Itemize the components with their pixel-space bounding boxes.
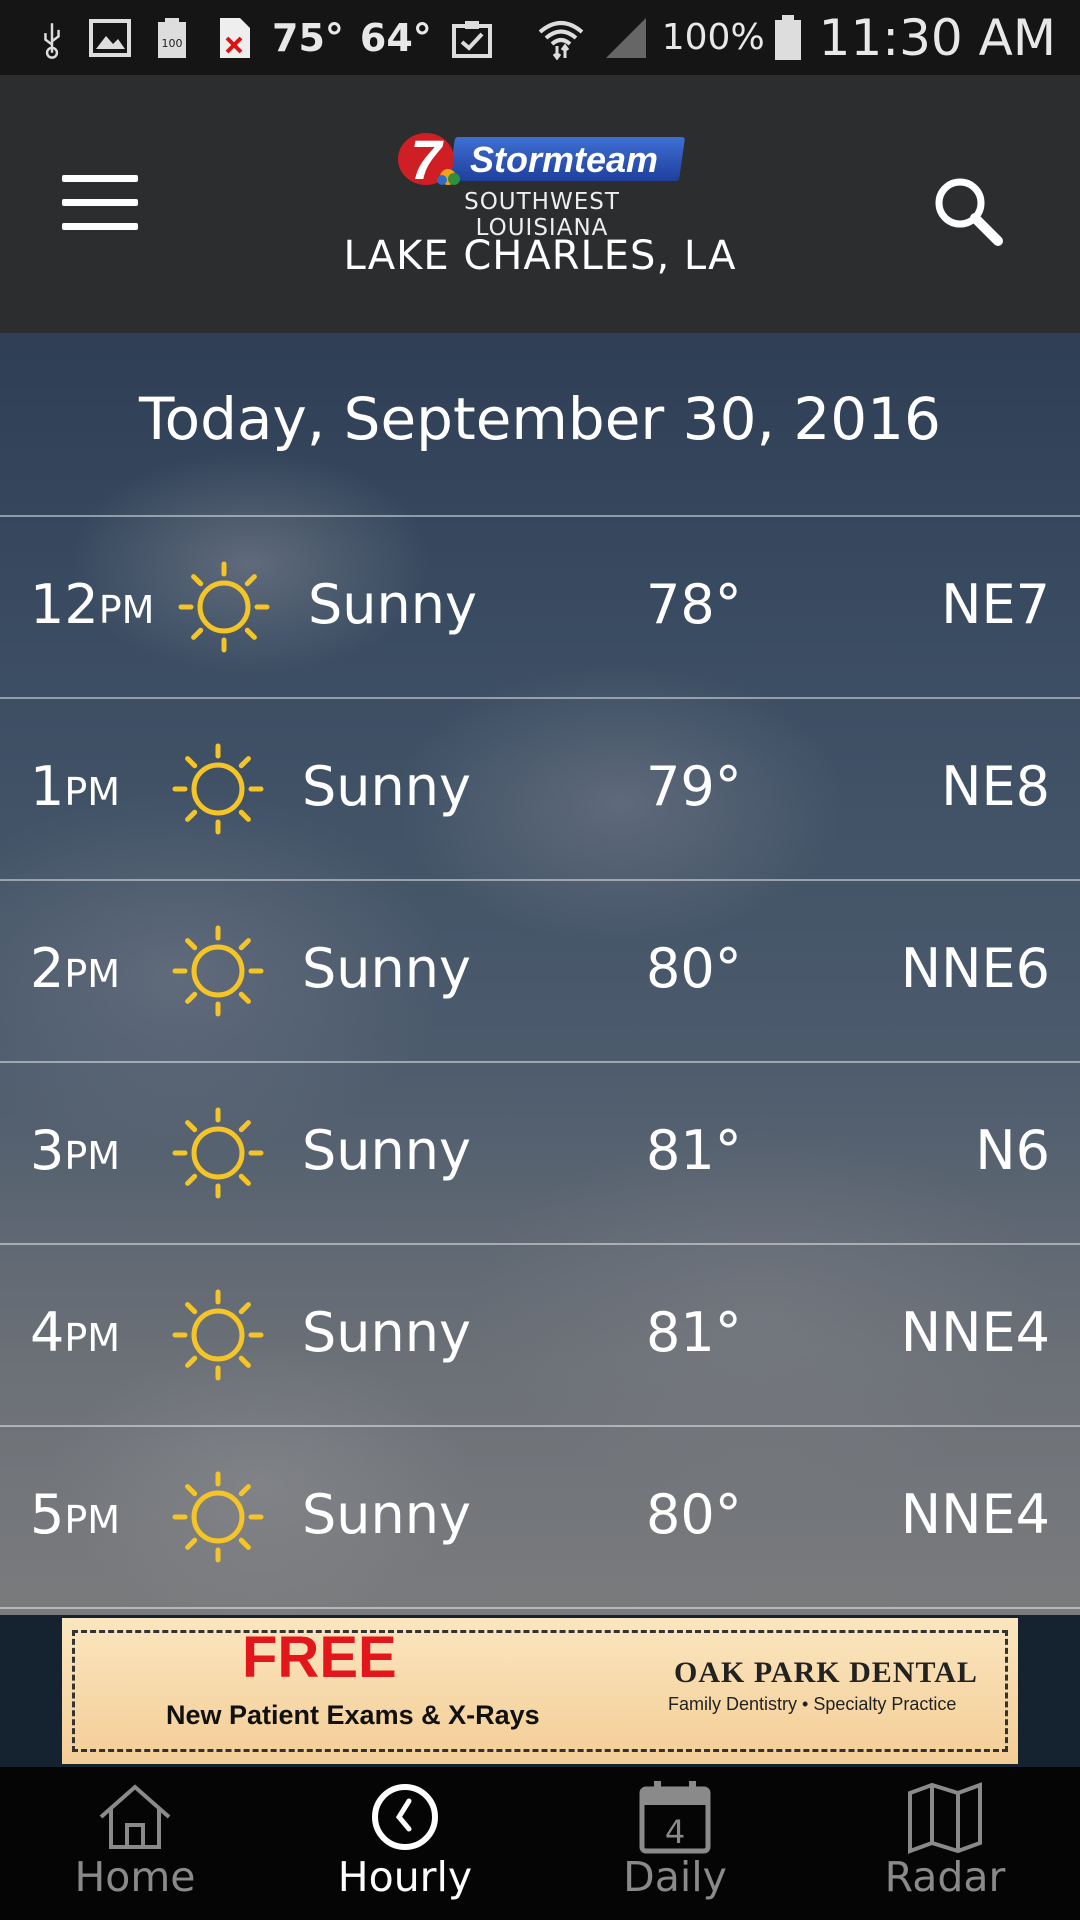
row-ampm: PM <box>64 770 121 814</box>
cell-signal-icon <box>605 17 646 58</box>
hourly-forecast[interactable]: Today, September 30, 2016 12PM Sunny 78°… <box>0 333 1080 1615</box>
row-ampm: PM <box>64 1134 121 1178</box>
sun-icon <box>172 743 264 835</box>
ad-banner[interactable]: FREE New Patient Exams & X-Rays OAK PARK… <box>62 1618 1018 1764</box>
row-wind: NNE6 <box>900 937 1050 1000</box>
row-time: 2PM <box>30 937 120 1000</box>
row-time: 12PM <box>30 573 154 636</box>
row-condition: Sunny <box>302 755 471 818</box>
ad-line: New Patient Exams & X-Rays <box>166 1700 540 1730</box>
stormteam-logo: 7 Stormteam SOUTHWEST LOUISIANA <box>392 127 692 241</box>
usb-icon <box>44 22 60 59</box>
hourly-row[interactable]: 12PM Sunny 78° NE7 <box>0 515 1080 697</box>
row-ampm: PM <box>98 588 155 632</box>
date-title: Today, September 30, 2016 <box>139 385 941 453</box>
svg-text:100: 100 <box>162 37 183 50</box>
nav-label: Home <box>74 1853 196 1901</box>
row-condition: Sunny <box>302 1301 471 1364</box>
hourly-row[interactable]: 5PM Sunny 80° NNE4 <box>0 1425 1080 1609</box>
hourly-list[interactable]: 12PM Sunny 78° NE7 1PM Sunny 79° NE8 2PM… <box>0 515 1080 1609</box>
row-hour: 1 <box>30 755 65 818</box>
row-hour: 12 <box>30 573 99 636</box>
battery-100-icon: 100 <box>158 17 186 58</box>
row-temperature: 79° <box>646 755 742 818</box>
row-wind: NNE4 <box>900 1301 1050 1364</box>
sun-icon <box>172 1289 264 1381</box>
row-condition: Sunny <box>302 1119 471 1182</box>
row-time: 3PM <box>30 1119 120 1182</box>
sun-icon <box>178 561 270 653</box>
svg-text:4: 4 <box>665 1813 685 1851</box>
sun-icon <box>172 1107 264 1199</box>
search-icon[interactable] <box>928 171 1008 251</box>
status-temp-1: 75° <box>272 15 344 60</box>
ad-area: FREE New Patient Exams & X-Rays OAK PARK… <box>0 1615 1080 1767</box>
logo-seven-icon: 7 <box>398 128 460 191</box>
hourly-row[interactable]: 1PM Sunny 79° NE8 <box>0 697 1080 879</box>
battery-percent: 100% <box>661 17 765 58</box>
row-condition: Sunny <box>302 1483 471 1546</box>
menu-icon-bar <box>62 199 138 206</box>
row-condition: Sunny <box>302 937 471 1000</box>
row-wind: N6 <box>975 1119 1050 1182</box>
row-time: 1PM <box>30 755 120 818</box>
menu-icon-bar <box>62 223 138 230</box>
nav-radar[interactable]: Radar <box>810 1767 1080 1920</box>
row-hour: 4 <box>30 1301 65 1364</box>
row-wind: NE7 <box>941 573 1050 636</box>
row-ampm: PM <box>64 952 121 996</box>
nav-label: Hourly <box>337 1853 473 1901</box>
row-condition: Sunny <box>308 573 477 636</box>
logo-name: Stormteam <box>470 139 659 180</box>
row-hour: 3 <box>30 1119 65 1182</box>
row-ampm: PM <box>64 1316 121 1360</box>
wifi-icon <box>538 20 584 60</box>
row-wind: NE8 <box>941 755 1050 818</box>
ad-border <box>72 1630 1008 1752</box>
row-temperature: 78° <box>646 573 742 636</box>
hourly-row[interactable]: 4PM Sunny 81° NNE4 <box>0 1243 1080 1425</box>
row-hour: 5 <box>30 1483 65 1546</box>
ad-headline: FREE <box>242 1625 397 1690</box>
row-time: 4PM <box>30 1301 120 1364</box>
row-time: 5PM <box>30 1483 120 1546</box>
image-icon <box>89 18 131 57</box>
battery-icon <box>774 14 801 60</box>
row-ampm: PM <box>64 1498 121 1542</box>
nav-home[interactable]: Home <box>0 1767 270 1920</box>
ad-tagline: Family Dentistry • Specialty Practice <box>668 1694 957 1714</box>
menu-button[interactable] <box>62 175 138 231</box>
location-label: LAKE CHARLES, LA <box>343 233 737 279</box>
status-bar: 100 75° 64° 100% 11:30 AM <box>0 0 1080 75</box>
clock-icon <box>372 1784 438 1850</box>
hourly-row[interactable]: 3PM Sunny 81° N6 <box>0 1061 1080 1243</box>
nav-daily[interactable]: 4 Daily <box>540 1767 810 1920</box>
bottom-nav: Home Hourly 4 Daily Radar <box>0 1767 1080 1920</box>
clipboard-check-icon <box>451 20 492 58</box>
file-error-icon <box>220 17 250 58</box>
nav-label: Daily <box>623 1853 727 1901</box>
row-wind: NNE4 <box>900 1483 1050 1546</box>
sun-icon <box>172 1471 264 1563</box>
row-temperature: 81° <box>646 1301 742 1364</box>
row-temperature: 81° <box>646 1119 742 1182</box>
home-icon <box>99 1784 171 1849</box>
nav-label: Radar <box>884 1853 1006 1901</box>
sun-icon <box>172 925 264 1017</box>
map-icon <box>908 1782 982 1854</box>
app-header: 7 Stormteam SOUTHWEST LOUISIANA LAKE CHA… <box>0 75 1080 333</box>
status-time: 11:30 AM <box>818 8 1056 67</box>
ad-brand: OAK PARK DENTAL <box>674 1656 978 1689</box>
nav-hourly[interactable]: Hourly <box>270 1767 540 1920</box>
calendar-icon: 4 <box>639 1781 711 1854</box>
menu-icon-bar <box>62 175 138 182</box>
status-temp-2: 64° <box>359 15 432 60</box>
row-hour: 2 <box>30 937 65 1000</box>
row-temperature: 80° <box>646 1483 742 1546</box>
row-temperature: 80° <box>646 937 742 1000</box>
hourly-row[interactable]: 2PM Sunny 80° NNE6 <box>0 879 1080 1061</box>
